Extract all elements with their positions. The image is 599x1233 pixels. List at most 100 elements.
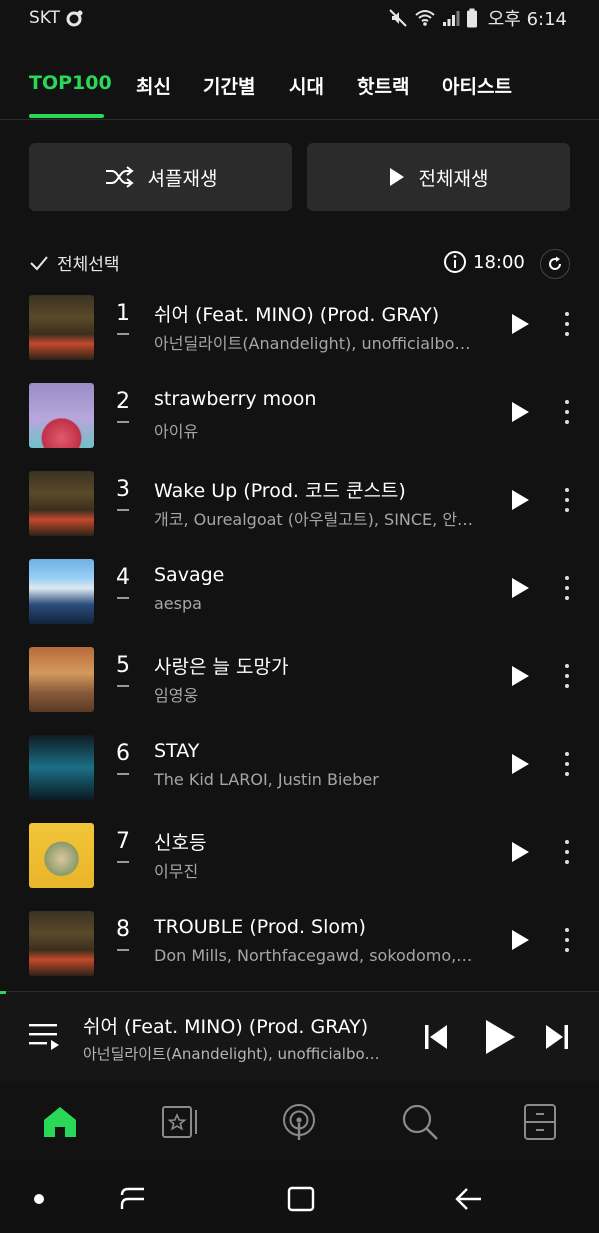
tab-artist[interactable]: 아티스트 <box>442 72 512 99</box>
tab-top100[interactable]: TOP100 <box>29 72 112 94</box>
playlist-icon[interactable] <box>29 1022 61 1050</box>
carrier-label: SKT <box>29 8 61 28</box>
song-title[interactable]: 쉬어 (Feat. MINO) (Prod. GRAY) <box>154 300 494 327</box>
rank-number: 6 <box>116 741 130 766</box>
play-all-button[interactable]: 전체재생 <box>307 143 570 211</box>
tab-latest[interactable]: 최신 <box>136 72 171 99</box>
previous-track-icon[interactable] <box>424 1024 448 1050</box>
album-cover[interactable] <box>29 383 94 448</box>
song-title[interactable]: strawberry moon <box>154 388 494 410</box>
play-song-icon[interactable] <box>510 665 530 687</box>
play-song-icon[interactable] <box>510 753 530 775</box>
song-row[interactable]: 6 STAY The Kid LAROI, Justin Bieber <box>0 727 599 815</box>
more-options-icon[interactable] <box>559 749 575 779</box>
song-row[interactable]: 1 쉬어 (Feat. MINO) (Prod. GRAY) 아넌딜라이트(An… <box>0 287 599 375</box>
assistant-dot-icon[interactable] <box>34 1194 44 1204</box>
play-icon <box>389 168 404 186</box>
more-options-icon[interactable] <box>559 925 575 955</box>
album-cover[interactable] <box>29 911 94 976</box>
search-icon[interactable] <box>400 1102 440 1142</box>
album-cover[interactable] <box>29 471 94 536</box>
next-track-icon[interactable] <box>545 1024 569 1050</box>
more-options-icon[interactable] <box>559 837 575 867</box>
play-song-icon[interactable] <box>510 841 530 863</box>
rank-change-indicator <box>117 685 129 687</box>
song-row[interactable]: 4 Savage aespa <box>0 551 599 639</box>
song-title[interactable]: 사랑은 늘 도망가 <box>154 652 494 679</box>
album-cover[interactable] <box>29 559 94 624</box>
song-row[interactable]: 8 TROUBLE (Prod. Slom) Don Mills, Northf… <box>0 903 599 991</box>
song-title[interactable]: Wake Up (Prod. 코드 쿤스트) <box>154 476 494 503</box>
rank-number: 5 <box>116 653 130 678</box>
status-bar: SKT 오후 6:14 <box>0 0 599 38</box>
tab-hottrack[interactable]: 핫트랙 <box>357 72 409 99</box>
rank-number: 4 <box>116 565 130 590</box>
rank-number: 8 <box>116 917 130 942</box>
library-icon[interactable] <box>160 1102 200 1142</box>
play-pause-icon[interactable] <box>484 1019 516 1055</box>
song-artist[interactable]: The Kid LAROI, Justin Bieber <box>154 770 488 789</box>
tab-period[interactable]: 기간별 <box>203 72 255 99</box>
recent-apps-icon[interactable] <box>118 1186 148 1212</box>
more-menu-icon[interactable] <box>520 1102 560 1142</box>
play-song-icon[interactable] <box>510 929 530 951</box>
podcast-icon[interactable] <box>279 1102 319 1142</box>
album-cover[interactable] <box>29 735 94 800</box>
bottom-navigation <box>0 1082 599 1164</box>
play-all-label: 전체재생 <box>418 167 489 190</box>
list-header: 전체선택 18:00 <box>29 246 570 280</box>
song-artist[interactable]: 이무진 <box>154 858 488 882</box>
song-title[interactable]: STAY <box>154 740 494 762</box>
song-title[interactable]: Savage <box>154 564 494 586</box>
signal-icon <box>442 11 460 26</box>
info-icon <box>444 251 466 273</box>
song-row[interactable]: 5 사랑은 늘 도망가 임영웅 <box>0 639 599 727</box>
more-options-icon[interactable] <box>559 485 575 515</box>
refresh-icon <box>549 256 561 270</box>
song-row[interactable]: 3 Wake Up (Prod. 코드 쿤스트) 개코, Ourealgoat … <box>0 463 599 551</box>
song-row[interactable]: 2 strawberry moon 아이유 <box>0 375 599 463</box>
now-playing-title[interactable]: 쉬어 (Feat. MINO) (Prod. GRAY) <box>83 1012 368 1039</box>
chart-updated-time[interactable]: 18:00 <box>443 250 525 274</box>
playback-progress-bar[interactable] <box>0 991 6 994</box>
rank-change-indicator <box>117 861 129 863</box>
rank-change-indicator <box>117 509 129 511</box>
song-title[interactable]: TROUBLE (Prod. Slom) <box>154 916 494 938</box>
shuffle-play-button[interactable]: 셔플재생 <box>29 143 292 211</box>
album-cover[interactable] <box>29 295 94 360</box>
more-options-icon[interactable] <box>559 661 575 691</box>
rank-number: 3 <box>116 477 130 502</box>
play-song-icon[interactable] <box>510 489 530 511</box>
song-row[interactable]: 7 신호등 이무진 <box>0 815 599 903</box>
tab-era[interactable]: 시대 <box>289 72 324 99</box>
carrier-logo-icon <box>66 10 83 27</box>
song-artist[interactable]: Don Mills, Northfacegawd, sokodomo,… <box>154 946 488 965</box>
rank-change-indicator <box>117 773 129 775</box>
song-artist[interactable]: 아이유 <box>154 418 488 442</box>
select-all-toggle[interactable]: 전체선택 <box>29 250 120 275</box>
song-artist[interactable]: 개코, Ourealgoat (아우릴고트), SINCE, 안… <box>154 506 488 530</box>
album-cover[interactable] <box>29 647 94 712</box>
select-all-label: 전체선택 <box>57 255 120 275</box>
song-artist[interactable]: aespa <box>154 594 488 613</box>
more-options-icon[interactable] <box>559 573 575 603</box>
clock: 오후 6:14 <box>487 9 567 30</box>
mini-player[interactable]: 쉬어 (Feat. MINO) (Prod. GRAY) 아넌딜라이트(Anan… <box>0 991 599 1081</box>
rank-change-indicator <box>117 421 129 423</box>
song-artist[interactable]: 아넌딜라이트(Anandelight), unofficialbo… <box>154 330 488 354</box>
back-icon[interactable] <box>455 1186 483 1212</box>
home-button-icon[interactable] <box>287 1186 315 1212</box>
play-song-icon[interactable] <box>510 577 530 599</box>
song-title[interactable]: 신호등 <box>154 828 494 855</box>
shuffle-play-label: 셔플재생 <box>147 167 218 190</box>
battery-icon <box>466 8 477 28</box>
more-options-icon[interactable] <box>559 309 575 339</box>
play-song-icon[interactable] <box>510 313 530 335</box>
song-artist[interactable]: 임영웅 <box>154 682 488 706</box>
play-song-icon[interactable] <box>510 401 530 423</box>
more-options-icon[interactable] <box>559 397 575 427</box>
now-playing-artist[interactable]: 아넌딜라이트(Anandelight), unofficialbo… <box>83 1043 399 1064</box>
album-cover[interactable] <box>29 823 94 888</box>
refresh-button[interactable] <box>540 249 570 279</box>
home-icon[interactable] <box>40 1102 80 1142</box>
